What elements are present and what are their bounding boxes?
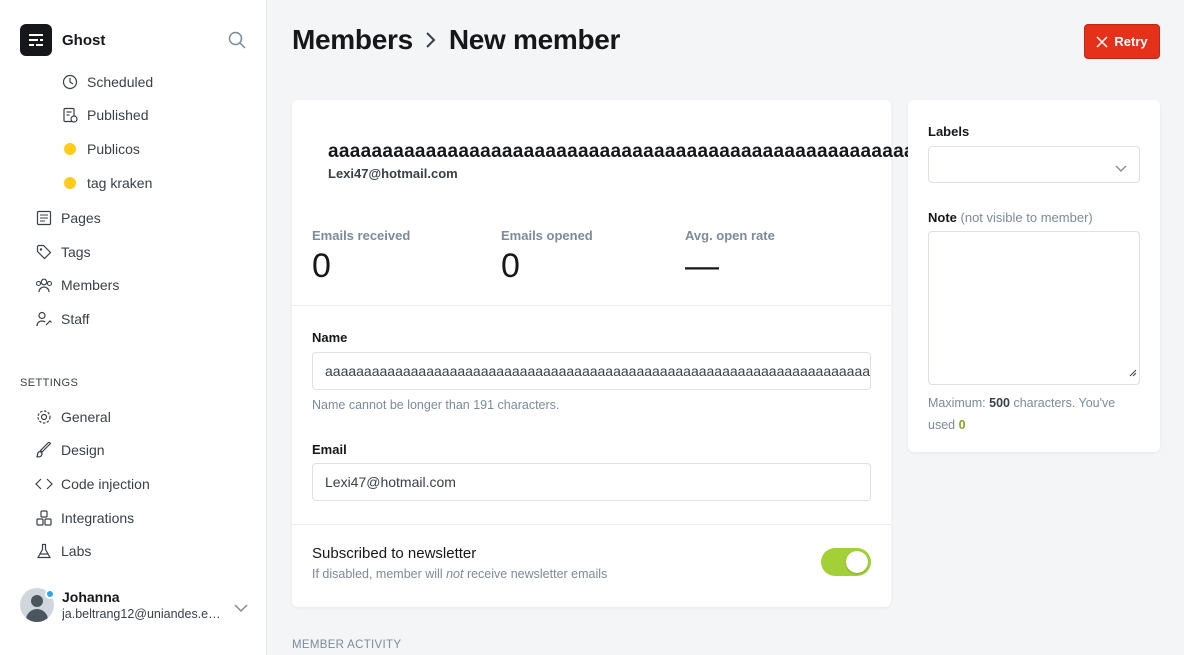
close-icon — [1096, 35, 1108, 48]
name-error-message: Name cannot be longer than 191 character… — [312, 398, 560, 412]
sidebar-item-label: Labs — [61, 543, 92, 559]
sidebar-item-members[interactable]: Members — [35, 276, 119, 294]
published-icon — [61, 106, 79, 124]
settings-section-title: SETTINGS — [20, 377, 79, 389]
sidebar-item-tag-kraken[interactable]: tag kraken — [61, 174, 152, 192]
sidebar-item-design[interactable]: Design — [35, 441, 105, 459]
divider — [292, 524, 891, 525]
note-textarea[interactable] — [928, 231, 1140, 385]
name-field-label: Name — [312, 330, 348, 345]
member-card: aaaaaaaaaaaaaaaaaaaaaaaaaaaaaaaaaaaaaaaa… — [292, 100, 1023, 607]
stat-emails-opened: Emails opened 0 — [501, 228, 593, 286]
retry-button-label: Retry — [1114, 34, 1148, 49]
stat-open-rate: Avg. open rate — — [685, 228, 775, 286]
newsletter-title: Subscribed to newsletter — [312, 545, 477, 562]
email-field-label: Email — [312, 442, 347, 457]
newsletter-toggle[interactable] — [821, 548, 871, 576]
stat-value: 0 — [501, 247, 520, 285]
sidebar-item-label: General — [61, 409, 111, 425]
clock-icon — [61, 73, 79, 91]
code-icon — [35, 475, 53, 493]
online-status-dot — [45, 589, 55, 599]
pages-icon — [35, 209, 53, 227]
brush-icon — [35, 441, 53, 459]
tag-dot-icon — [61, 174, 79, 192]
integrations-icon — [35, 509, 53, 527]
sidebar-item-label: Publicos — [87, 141, 140, 157]
tag-dot-icon — [61, 140, 79, 158]
stat-label: Emails received — [312, 228, 411, 243]
chevron-down-icon — [1115, 160, 1127, 178]
sidebar-item-label: Tags — [61, 244, 91, 260]
search-icon[interactable] — [228, 31, 246, 54]
member-email-subheading: Lexi47@hotmail.com — [328, 166, 458, 181]
ghost-logo-icon — [20, 24, 52, 56]
retry-button[interactable]: Retry — [1084, 24, 1160, 59]
sidebar-item-label: Design — [61, 442, 105, 458]
sidebar-item-integrations[interactable]: Integrations — [35, 509, 134, 527]
chevron-right-icon — [425, 31, 437, 49]
sidebar-item-code-injection[interactable]: Code injection — [35, 475, 150, 493]
breadcrumb: Members New member — [292, 24, 620, 56]
stat-label: Emails opened — [501, 228, 593, 243]
sidebar-item-label: Pages — [61, 210, 101, 226]
page-title: New member — [448, 24, 621, 55]
flask-icon — [35, 542, 53, 560]
member-activity-title: MEMBER ACTIVITY — [292, 639, 402, 651]
sidebar-item-scheduled[interactable]: Scheduled — [61, 73, 153, 91]
sidebar-item-labs[interactable]: Labs — [35, 542, 91, 560]
staff-icon — [35, 310, 53, 328]
brand-name: Ghost — [62, 31, 106, 49]
sidebar-item-label: Scheduled — [87, 74, 154, 90]
labels-field-label: Labels — [928, 124, 970, 139]
sidebar-item-label: Code injection — [61, 476, 150, 492]
gear-icon — [35, 408, 53, 426]
sidebar-item-tags[interactable]: Tags — [35, 243, 91, 261]
sidebar-item-label: tag kraken — [87, 175, 153, 191]
sidebar-item-general[interactable]: General — [35, 408, 111, 426]
user-email: ja.beltrang12@uniandes.edu.co — [62, 607, 227, 621]
stat-value: 0 — [312, 247, 331, 285]
sidebar-item-published[interactable]: Published — [61, 106, 149, 124]
sidebar-item-label: Published — [87, 107, 149, 123]
stat-value: — — [685, 247, 719, 285]
members-icon — [35, 276, 53, 294]
sidebar-item-staff[interactable]: Staff — [35, 310, 90, 328]
labels-select[interactable] — [928, 146, 1140, 183]
sidebar-item-pages[interactable]: Pages — [35, 209, 101, 227]
tag-icon — [35, 243, 53, 261]
brand[interactable]: Ghost — [20, 24, 105, 56]
note-field-label: Note (not visible to member) — [928, 210, 1093, 225]
sidebar: Ghost Scheduled Published Publicos tag k… — [0, 0, 267, 655]
resize-grip-icon[interactable] — [1129, 364, 1137, 382]
sidebar-item-publicos[interactable]: Publicos — [61, 140, 140, 158]
divider — [292, 305, 891, 306]
stat-emails-received: Emails received 0 — [312, 228, 410, 286]
newsletter-description: If disabled, member will not receive new… — [312, 567, 608, 581]
note-character-count: Maximum: 500 characters. You've used 0 — [928, 396, 1116, 432]
side-card: Labels Note (not visible to member) Maxi… — [908, 100, 1160, 452]
breadcrumb-members-link[interactable]: Members — [292, 24, 413, 56]
sidebar-item-label: Members — [61, 277, 120, 293]
sidebar-item-label: Integrations — [61, 510, 135, 526]
name-field[interactable]: aaaaaaaaaaaaaaaaaaaaaaaaaaaaaaaaaaaaaaaa… — [312, 352, 871, 390]
email-field[interactable]: Lexi47@hotmail.com — [312, 463, 871, 501]
toggle-knob — [846, 551, 868, 573]
chevron-down-icon[interactable] — [234, 600, 248, 618]
stat-label: Avg. open rate — [685, 228, 775, 243]
user-name: Johanna — [62, 589, 120, 605]
sidebar-item-label: Staff — [61, 311, 90, 327]
